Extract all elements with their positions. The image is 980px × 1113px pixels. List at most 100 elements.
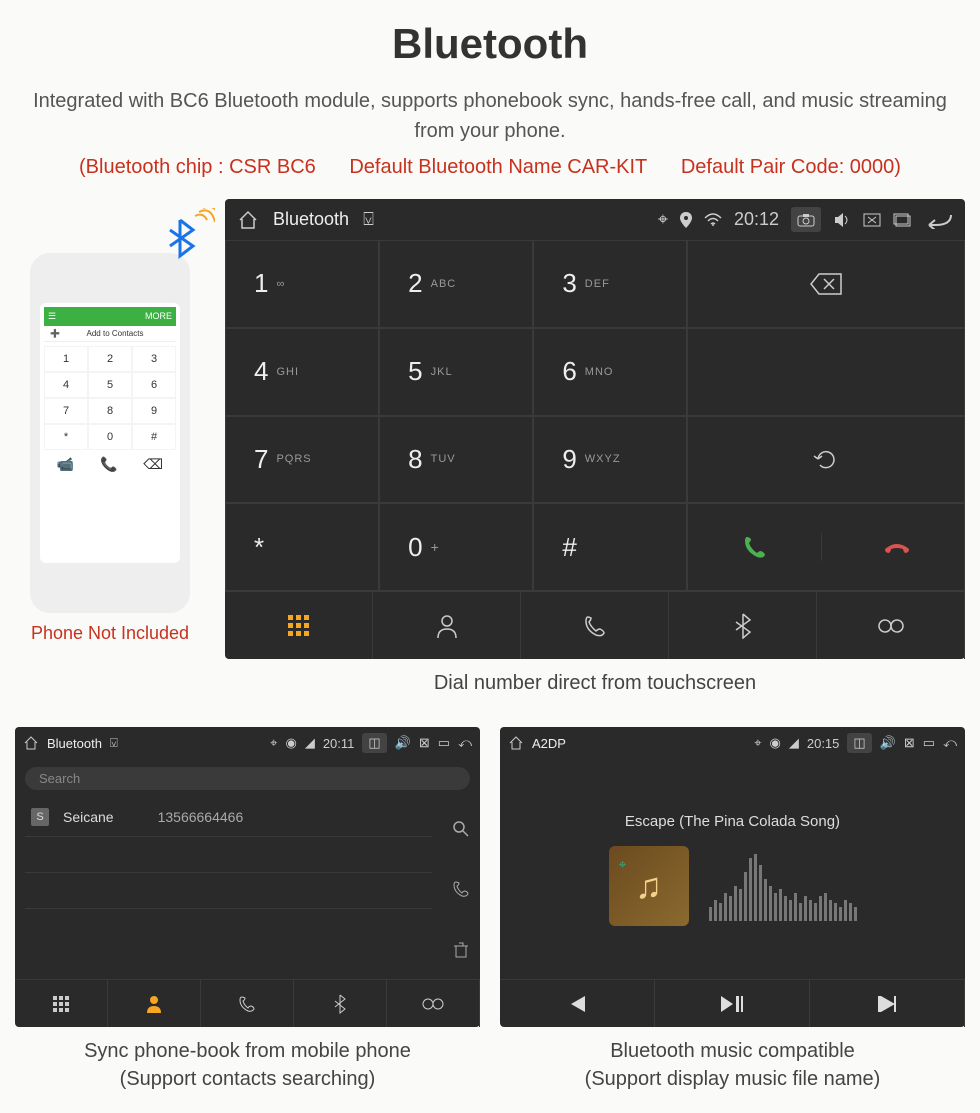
phone-key: * xyxy=(44,424,88,450)
phonebook-screen: Bluetooth ⍌ ⌖ ◉ ◢ 20:11 ◫ 🔊 ⊠ ▭ ⤺ xyxy=(15,727,480,1027)
volume-icon[interactable] xyxy=(833,209,851,230)
recent-icon[interactable]: ▭ xyxy=(438,735,450,751)
screen-title: Bluetooth xyxy=(47,736,102,751)
nav-contacts[interactable] xyxy=(108,980,201,1027)
clock-time: 20:11 xyxy=(323,736,355,751)
dialpad-key-1[interactable]: 1∞ xyxy=(225,240,379,328)
recent-icon[interactable] xyxy=(893,209,913,230)
dialer-caption: Dial number direct from touchscreen xyxy=(225,669,965,697)
contact-row-empty xyxy=(25,837,432,873)
visualizer xyxy=(709,851,857,921)
phone-note: Phone Not Included xyxy=(15,623,205,644)
nav-calllog[interactable] xyxy=(521,592,669,659)
phone-key: 9 xyxy=(132,398,176,424)
wifi-icon: ◢ xyxy=(789,735,799,751)
dialpad-key-5[interactable]: 5JKL xyxy=(379,328,533,416)
phone-mock-add: Add to Contacts xyxy=(87,329,144,338)
nav-dialpad[interactable] xyxy=(15,980,108,1027)
wifi-icon xyxy=(704,209,722,230)
home-icon[interactable] xyxy=(23,735,39,752)
location-icon: ◉ xyxy=(285,735,296,751)
screen-title: A2DP xyxy=(532,736,566,751)
dialpad-key-6[interactable]: 6MNO xyxy=(533,328,687,416)
bluetooth-signal-icon xyxy=(165,208,215,268)
back-icon[interactable] xyxy=(925,209,953,230)
refresh-key[interactable] xyxy=(687,416,965,504)
phone-mockup: ☰MORE ➕Add to Contacts 1 2 3 4 5 6 7 8 9… xyxy=(30,253,190,613)
close-icon[interactable] xyxy=(863,209,881,230)
contact-row-empty xyxy=(25,873,432,909)
dialpad-key-8[interactable]: 8TUV xyxy=(379,416,533,504)
spec-chip: (Bluetooth chip : CSR BC6 xyxy=(79,156,316,178)
home-icon[interactable] xyxy=(237,208,259,230)
close-icon[interactable]: ⊠ xyxy=(904,735,915,751)
nav-dialpad[interactable] xyxy=(225,592,373,659)
usb-icon: ⍌ xyxy=(363,209,374,230)
close-icon[interactable]: ⊠ xyxy=(419,735,430,751)
dialpad-key-star[interactable]: * xyxy=(225,503,379,591)
call-button[interactable] xyxy=(688,533,822,561)
nav-calllog[interactable] xyxy=(201,980,294,1027)
back-icon[interactable]: ⤺ xyxy=(458,735,472,751)
specs-line: (Bluetooth chip : CSR BC6 Default Blueto… xyxy=(15,156,965,179)
call-icon[interactable] xyxy=(452,878,470,899)
next-button[interactable] xyxy=(810,980,965,1027)
volume-icon[interactable]: 🔊 xyxy=(880,735,896,751)
prev-button[interactable] xyxy=(500,980,655,1027)
spec-name: Default Bluetooth Name CAR-KIT xyxy=(349,156,647,178)
bluetooth-icon: ⌖ xyxy=(658,209,668,230)
location-icon: ◉ xyxy=(770,735,781,751)
phonebook-caption: Sync phone-book from mobile phone (Suppo… xyxy=(15,1037,480,1093)
phone-key: 3 xyxy=(132,346,176,372)
dialpad-key-7[interactable]: 7PQRS xyxy=(225,416,379,504)
phone-key: 6 xyxy=(132,372,176,398)
contact-row-empty xyxy=(25,909,432,945)
search-icon[interactable] xyxy=(452,818,470,839)
phone-key: 2 xyxy=(88,346,132,372)
backspace-key[interactable] xyxy=(687,240,965,328)
contact-row[interactable]: S Seicane 13566664466 xyxy=(25,798,432,837)
screenshot-icon[interactable]: ◫ xyxy=(847,733,871,753)
nav-pair[interactable] xyxy=(387,980,480,1027)
hangup-button[interactable] xyxy=(830,537,964,557)
phone-key: 4 xyxy=(44,372,88,398)
delete-icon[interactable] xyxy=(452,938,470,959)
nav-bluetooth[interactable] xyxy=(669,592,817,659)
page-title: Bluetooth xyxy=(15,20,965,68)
recent-icon[interactable]: ▭ xyxy=(923,735,935,751)
back-icon[interactable]: ⤺ xyxy=(943,735,957,751)
phone-key: 8 xyxy=(88,398,132,424)
phone-key: 5 xyxy=(88,372,132,398)
dialpad-key-3[interactable]: 3DEF xyxy=(533,240,687,328)
nav-contacts[interactable] xyxy=(373,592,521,659)
home-icon[interactable] xyxy=(508,735,524,752)
dialpad-key-9[interactable]: 9WXYZ xyxy=(533,416,687,504)
clock-time: 20:15 xyxy=(807,736,840,751)
call-hang-row xyxy=(687,503,965,591)
nav-bluetooth[interactable] xyxy=(294,980,387,1027)
screenshot-icon[interactable]: ◫ xyxy=(362,733,386,753)
dialpad-key-2[interactable]: 2ABC xyxy=(379,240,533,328)
playpause-button[interactable] xyxy=(655,980,810,1027)
location-icon xyxy=(680,209,692,230)
screen-title: Bluetooth xyxy=(273,209,349,230)
phone-key: 7 xyxy=(44,398,88,424)
bluetooth-icon: ⌖ xyxy=(754,735,761,751)
dialpad-key-4[interactable]: 4GHI xyxy=(225,328,379,416)
search-input[interactable]: Search xyxy=(25,767,470,790)
spec-pair: Default Pair Code: 0000) xyxy=(681,156,901,178)
wifi-icon: ◢ xyxy=(305,735,315,751)
contact-name: Seicane xyxy=(63,809,114,825)
music-screen: A2DP ⌖ ◉ ◢ 20:15 ◫ 🔊 ⊠ ▭ ⤺ xyxy=(500,727,965,1027)
track-title: Escape (The Pina Colada Song) xyxy=(625,813,840,830)
page-subtitle: Integrated with BC6 Bluetooth module, su… xyxy=(15,86,965,146)
bluetooth-icon: ⌖ xyxy=(270,735,277,751)
screenshot-icon[interactable] xyxy=(791,207,821,232)
volume-icon[interactable]: 🔊 xyxy=(395,735,411,751)
nav-pair[interactable] xyxy=(817,592,965,659)
phone-key: 0 xyxy=(88,424,132,450)
phone-key: # xyxy=(132,424,176,450)
dialpad-key-hash[interactable]: # xyxy=(533,503,687,591)
phone-mock-more: MORE xyxy=(145,311,172,322)
dialpad-key-0[interactable]: 0+ xyxy=(379,503,533,591)
